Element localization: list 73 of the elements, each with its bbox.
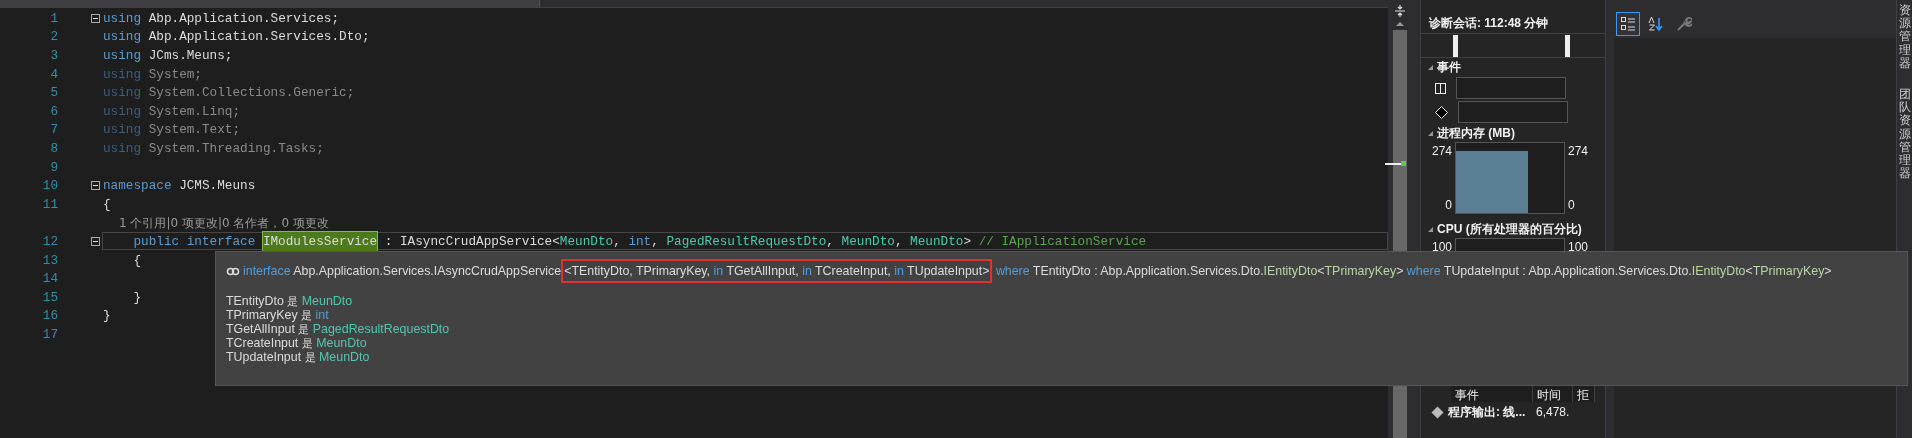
code-line: namespace JCMS.Meuns bbox=[102, 177, 257, 195]
code-line: { bbox=[132, 251, 143, 269]
signature-text: interface Abp.Application.Services.IAsyncCrudAppService bbox=[243, 262, 562, 280]
scroll-up-icon[interactable] bbox=[1395, 21, 1405, 27]
column-header[interactable]: 时间 bbox=[1533, 386, 1573, 402]
line-number: 10 bbox=[41, 177, 59, 196]
line-number: 15 bbox=[41, 288, 59, 307]
axis-label: 274 bbox=[1568, 143, 1590, 160]
axis-label: 100 bbox=[1431, 239, 1452, 256]
expanded-triangle-icon[interactable] bbox=[1427, 129, 1434, 137]
code-line: using JCms.Meuns; bbox=[102, 46, 234, 65]
constraint-text: where TEntityDto : Abp.Application.Services.Dto.IEntityDto<TPrimaryKey> where TUpdateInput : Abp.Application.Services.Dto.IEntityDto<TPrimaryKey> bbox=[994, 262, 1832, 280]
line-number: 16 bbox=[41, 307, 59, 326]
code-line: using System; bbox=[102, 65, 203, 84]
line-number: 3 bbox=[49, 46, 59, 65]
line-number: 5 bbox=[49, 84, 59, 103]
code-line: using Abp.Application.Services; bbox=[102, 9, 341, 28]
chain-link-icon bbox=[226, 266, 240, 276]
collapse-icon[interactable] bbox=[91, 13, 100, 23]
line-number: 8 bbox=[49, 139, 59, 158]
type-mapping: TEntityDto 是 MeunDto bbox=[226, 294, 354, 308]
table-cell-text: 6,478. bbox=[1536, 404, 1570, 421]
code-line: using System.Threading.Tasks; bbox=[102, 139, 325, 158]
diamond-icon bbox=[1435, 105, 1448, 119]
section-title: 事件 bbox=[1437, 59, 1461, 76]
type-mapping: TGetAllInput 是 PagedResultRequestDto bbox=[226, 322, 451, 336]
collapse-icon[interactable] bbox=[91, 181, 100, 191]
expanded-triangle-icon[interactable] bbox=[1427, 63, 1434, 71]
expanded-triangle-icon[interactable] bbox=[1427, 225, 1434, 233]
code-line: { bbox=[102, 195, 112, 214]
collapse-icon[interactable] bbox=[91, 236, 100, 246]
type-mapping: TCreateInput 是 MeunDto bbox=[226, 336, 368, 350]
section-title: CPU (所有处理器的百分比) bbox=[1437, 221, 1582, 238]
side-tab[interactable]: 资源管理器 bbox=[1898, 0, 1911, 74]
line-number: 1 bbox=[49, 9, 59, 28]
split-icon[interactable] bbox=[1393, 4, 1407, 18]
break-icon bbox=[1435, 82, 1446, 94]
code-line: } bbox=[102, 307, 112, 325]
categorized-button[interactable] bbox=[1616, 12, 1640, 36]
line-number: 9 bbox=[49, 158, 59, 177]
type-mapping: TPrimaryKey 是 int bbox=[226, 308, 330, 322]
highlighted-type-parameters: <TEntityDto, TPrimaryKey, in TGetAllInput, in TCreateInput, in TUpdateInput> bbox=[561, 258, 993, 284]
code-line: } bbox=[132, 288, 143, 307]
wrench-icon bbox=[1676, 16, 1692, 32]
column-header[interactable]: 拒 bbox=[1573, 386, 1595, 402]
axis-label: 0 bbox=[1445, 197, 1452, 214]
line-number: 11 bbox=[41, 195, 59, 214]
line-number: 12 bbox=[41, 232, 59, 251]
side-tab[interactable]: 团队资源管理器 bbox=[1898, 83, 1911, 185]
line-number: 7 bbox=[49, 121, 59, 140]
table-cell-text: 程序输出: 线... bbox=[1448, 404, 1527, 421]
line-number: 14 bbox=[41, 270, 59, 289]
type-mapping: TUpdateInput 是 MeunDto bbox=[226, 350, 371, 364]
axis-label: 100 bbox=[1568, 239, 1590, 256]
line-number: 2 bbox=[49, 28, 59, 47]
code-line: using System.Linq; bbox=[102, 102, 242, 121]
line-number: 17 bbox=[41, 325, 59, 344]
sort-icon bbox=[1648, 17, 1664, 31]
code-line: using Abp.Application.Services.Dto; bbox=[102, 28, 371, 46]
code-line: using System.Collections.Generic; bbox=[102, 84, 356, 102]
list-icon bbox=[1621, 17, 1635, 31]
codelens-text[interactable]: 1 个引用|0 项更改|0 名作者，0 项更改 bbox=[119, 213, 329, 232]
line-number: 4 bbox=[49, 65, 59, 84]
axis-label: 0 bbox=[1568, 197, 1576, 214]
section-title: 进程内存 (MB) bbox=[1437, 125, 1515, 142]
line-number: 13 bbox=[41, 251, 59, 270]
timeline-ruler[interactable] bbox=[1421, 34, 1605, 58]
session-duration: 诊断会话: 112:48 分钟 bbox=[1429, 14, 1549, 32]
line-number: 6 bbox=[49, 102, 59, 121]
code-line: using System.Text; bbox=[102, 121, 242, 139]
column-header[interactable]: 事件 bbox=[1451, 386, 1533, 402]
axis-label: 274 bbox=[1431, 143, 1452, 160]
diamond-icon bbox=[1431, 405, 1444, 419]
